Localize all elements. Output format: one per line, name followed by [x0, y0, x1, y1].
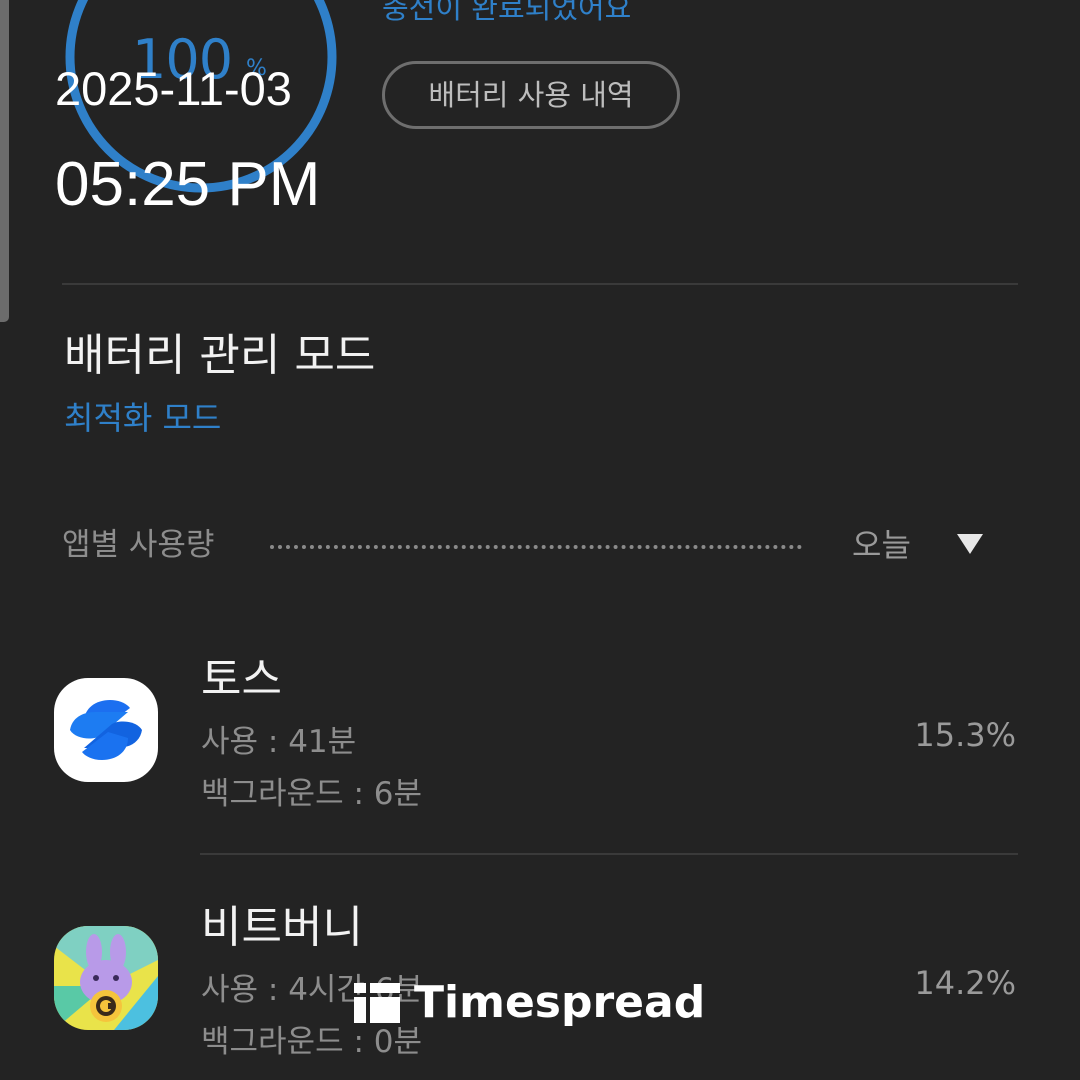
app-name: 비트버니 [201, 902, 363, 953]
time-overlay: 05:25 PM [55, 150, 321, 219]
app-usage-header: 앱별 사용량 [62, 527, 215, 563]
dotted-leader [270, 545, 802, 549]
timespread-logo-icon [354, 983, 400, 1023]
app-battery-percent: 15.3% [914, 716, 1016, 754]
battery-screen: 100 % 충전이 완료되었어요 배터리 사용 내역 2025-11-03 05… [0, 0, 1080, 1080]
timespread-watermark: Timespread [354, 976, 705, 1030]
bitbunny-icon [54, 926, 158, 1030]
app-usage-time: 사용 : 41분 [201, 724, 357, 760]
row-divider [200, 853, 1018, 855]
app-name: 토스 [201, 654, 282, 705]
toss-icon [54, 678, 158, 782]
date-overlay: 2025-11-03 [55, 62, 292, 115]
app-battery-percent: 14.2% [914, 964, 1016, 1002]
battery-usage-history-button[interactable]: 배터리 사용 내역 [382, 61, 680, 129]
watermark-text: Timespread [414, 977, 706, 1028]
section-divider [62, 283, 1018, 285]
app-background-time: 백그라운드 : 6분 [201, 776, 422, 812]
scroll-indicator[interactable] [0, 0, 9, 322]
dropdown-arrow-icon[interactable] [957, 534, 983, 554]
period-dropdown[interactable]: 오늘 [852, 520, 911, 570]
charge-status: 충전이 완료되었어요 [382, 0, 632, 25]
battery-mode-value: 최적화 모드 [64, 399, 222, 437]
battery-mode-title: 배터리 관리 모드 [64, 330, 376, 381]
